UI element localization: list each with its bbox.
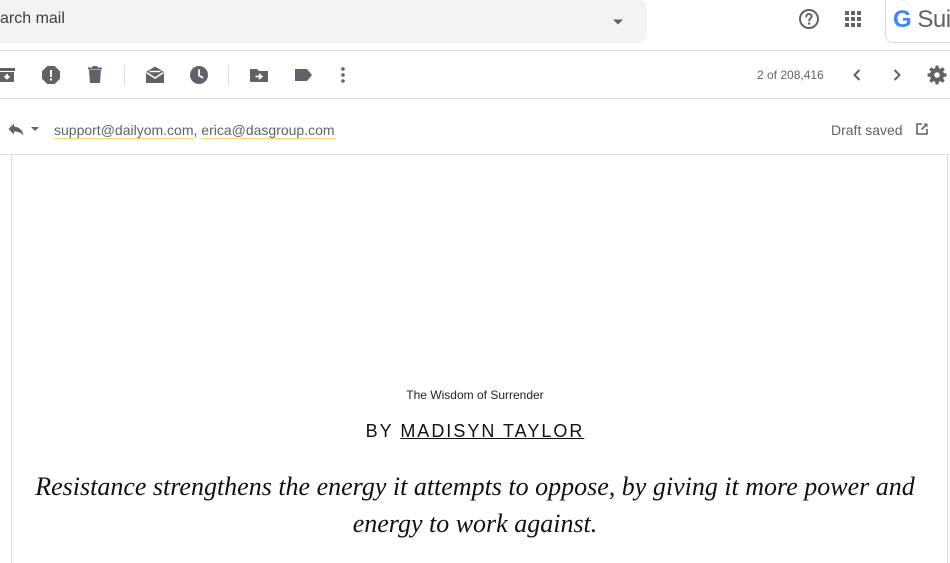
label-button[interactable] [291, 63, 315, 87]
archive-button[interactable] [0, 63, 19, 87]
recipient-chip[interactable]: support@dailyom.com [54, 122, 194, 139]
archive-icon [0, 63, 19, 87]
help-button[interactable] [797, 7, 821, 31]
snooze-button[interactable] [187, 63, 211, 87]
move-to-button[interactable] [247, 63, 271, 87]
pop-out-button[interactable] [914, 121, 930, 137]
email-body: The Wisdom of Surrender BY MADISYN TAYLO… [11, 155, 948, 563]
top-bar: arch mail G Sui [0, 0, 950, 51]
search-options-button[interactable] [606, 10, 630, 34]
pagination-count: 2 of 208,416 [757, 68, 824, 82]
quote-text: Resistance strengthens the energy it att… [35, 472, 915, 538]
caret-down-icon [612, 18, 624, 26]
reply-icon [6, 119, 26, 139]
message-toolbar: 2 of 208,416 [0, 51, 950, 99]
mark-unread-button[interactable] [143, 63, 167, 87]
more-button[interactable] [331, 63, 355, 87]
gsuite-logo[interactable]: G Sui [885, 0, 950, 43]
gsuite-logo-text: G Sui [893, 6, 950, 33]
delete-icon [83, 63, 107, 87]
chevron-right-icon [885, 63, 909, 87]
label-icon [291, 63, 315, 87]
byline-prefix: BY [365, 421, 401, 441]
report-spam-button[interactable] [39, 63, 63, 87]
settings-button[interactable] [925, 63, 949, 87]
toolbar-divider [228, 65, 229, 85]
recipients-field[interactable]: support@dailyom.com, erica@dasgroup.com [54, 122, 335, 139]
recipient-chip[interactable]: erica@dasgroup.com [201, 122, 335, 139]
older-button[interactable] [885, 63, 909, 87]
newer-button[interactable] [845, 63, 869, 87]
move-to-icon [247, 63, 271, 87]
google-apps-button[interactable] [841, 7, 865, 31]
image-caption: The Wisdom of Surrender [406, 388, 544, 402]
chevron-left-icon [845, 63, 869, 87]
reply-type-button[interactable] [6, 119, 46, 139]
report-spam-icon [39, 63, 63, 87]
draft-status: Draft saved [831, 122, 903, 138]
search-bar[interactable]: arch mail [0, 0, 647, 43]
snooze-icon [187, 63, 211, 87]
more-vert-icon [331, 63, 355, 87]
mark-unread-icon [143, 63, 167, 87]
byline: BY MADISYN TAYLOR [12, 421, 938, 442]
toolbar-divider [124, 65, 125, 85]
apps-icon [841, 7, 865, 31]
help-icon [797, 7, 821, 31]
delete-button[interactable] [83, 63, 107, 87]
open-in-new-icon [914, 121, 930, 137]
gear-icon [925, 63, 949, 87]
search-input[interactable]: arch mail [0, 10, 65, 28]
reply-compose-header: support@dailyom.com, erica@dasgroup.com … [0, 99, 950, 155]
caret-down-icon [30, 126, 40, 132]
author-link[interactable]: MADISYN TAYLOR [400, 421, 584, 441]
